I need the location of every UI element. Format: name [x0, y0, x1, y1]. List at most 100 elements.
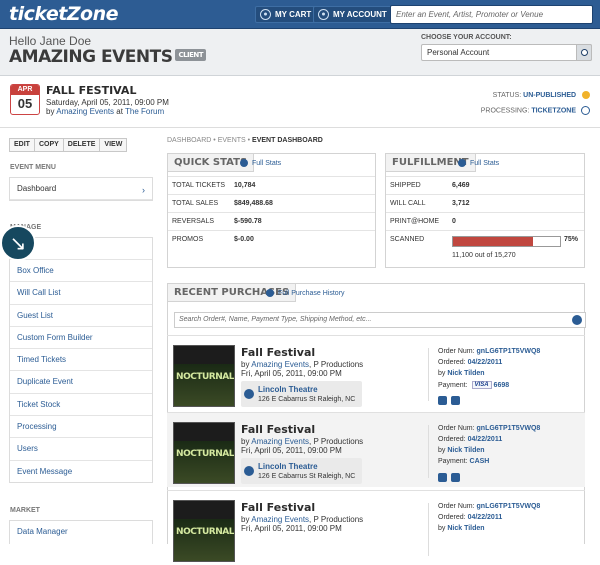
venue-box[interactable]: Lincoln Theatre 126 E Cabarrus St Raleigh…	[241, 458, 362, 484]
payment-label: Payment:	[438, 458, 468, 465]
quick-stats-full-link[interactable]: Full Stats	[240, 159, 281, 167]
sidebar-item-timed-tickets[interactable]: Timed Tickets	[10, 349, 152, 372]
purchase-row[interactable]: NOCTURNAL Fall Festival by Amazing Events,…	[167, 412, 585, 487]
processing-label: PROCESSING:	[480, 107, 530, 115]
sidebar-item-processing[interactable]: Processing	[10, 416, 152, 439]
sidebar-item-event-message[interactable]: Event Message	[10, 461, 152, 483]
promoter-link[interactable]: Amazing Events	[251, 437, 309, 446]
buyer-name[interactable]: Nick Tilden	[447, 447, 484, 454]
order-number: Order Num: gnLG6TP1T5VWQ8	[438, 503, 540, 510]
event-thumbnail[interactable]: NOCTURNAL	[173, 345, 235, 407]
sidebar-item-custom-form-builder[interactable]: Custom Form Builder	[10, 327, 152, 350]
ordered-value: 04/22/2011	[467, 514, 503, 521]
event-menu: Dashboard ›	[9, 177, 153, 201]
promoter-link[interactable]: Amazing Events	[56, 107, 114, 116]
status-label: STATUS:	[492, 91, 522, 99]
email-icon[interactable]	[438, 473, 447, 482]
delete-button[interactable]: DELETE	[62, 138, 101, 152]
sidebar-item-label: Timed Tickets	[17, 355, 67, 365]
venue-link[interactable]: The Forum	[125, 107, 164, 116]
purchase-search-input[interactable]: Search Order#, Name, Payment Type, Shipp…	[174, 312, 586, 328]
order-value[interactable]: gnLG6TP1T5VWQ8	[477, 503, 541, 510]
thumbnail-art	[174, 364, 234, 406]
purchase-event-title[interactable]: Fall Festival	[241, 501, 315, 514]
order-label: Order Num:	[438, 348, 475, 355]
market-menu: Data Manager	[9, 520, 153, 544]
breadcrumb-events[interactable]: EVENTS	[218, 137, 246, 144]
event-byline: by Amazing Events at The Forum	[46, 107, 164, 116]
purchase-event-date: Fri, April 05, 2011, 09:00 PM	[241, 369, 342, 378]
order-number: Order Num: gnLG6TP1T5VWQ8	[438, 348, 540, 355]
purchase-row[interactable]: NOCTURNAL Fall Festival by Amazing Events,…	[167, 335, 585, 410]
venue-name: Lincoln Theatre	[258, 462, 318, 471]
sidebar-item-will-call-list[interactable]: Will Call List	[10, 282, 152, 305]
sidebar-item-ticket-stock[interactable]: Ticket Stock	[10, 394, 152, 417]
ordered-date: Ordered: 04/22/2011	[438, 359, 502, 366]
fulfillment-label: SHIPPED	[390, 182, 421, 189]
sidebar-item-label: Guest List	[17, 310, 54, 320]
purchase-byline: by Amazing Events, P Productions	[241, 360, 363, 369]
edit-button[interactable]: EDIT	[9, 138, 35, 152]
arrow-down-right-icon[interactable]: ↘	[0, 225, 36, 261]
sidebar-item-duplicate-event[interactable]: Duplicate Event	[10, 371, 152, 394]
full-purchase-history-link[interactable]: Full Purchase History	[266, 289, 345, 297]
fulfillment-row: PRINT@HOME 0	[386, 212, 584, 230]
purchase-event-title[interactable]: Fall Festival	[241, 423, 315, 436]
logo[interactable]: ticketZone	[9, 3, 119, 25]
market-caption: MARKET	[10, 507, 40, 514]
view-button[interactable]: VIEW	[99, 138, 128, 152]
global-search-input[interactable]: Enter an Event, Artist, Promoter or Venu…	[390, 5, 593, 24]
order-value[interactable]: gnLG6TP1T5VWQ8	[477, 425, 541, 432]
top-navigation-bar: ticketZone ● MY CART ● MY ACCOUNT Enter …	[0, 0, 600, 29]
payment-value: 6698	[493, 381, 510, 389]
copy-button[interactable]: COPY	[33, 138, 64, 152]
scanned-row: SCANNED 75% 11,100 out of 15,270	[386, 230, 584, 267]
stat-label: REVERSALS	[172, 218, 215, 225]
divider	[428, 348, 429, 401]
event-thumbnail[interactable]: NOCTURNAL	[173, 500, 235, 562]
thumbnail-text: NOCTURNAL	[176, 527, 234, 537]
event-thumbnail[interactable]: NOCTURNAL	[173, 422, 235, 484]
venue-box[interactable]: Lincoln Theatre 126 E Cabarrus St Raleigh…	[241, 381, 362, 407]
stat-value: $-0.00	[234, 236, 254, 243]
email-icon[interactable]	[438, 396, 447, 405]
event-day: 05	[17, 96, 33, 111]
fulfillment-panel: FULFILLMENT Full Stats SHIPPED 6,469 WILL…	[385, 153, 585, 268]
venue-address: 126 E Cabarrus St Raleigh, NC	[258, 473, 356, 480]
scanned-progress-fill	[453, 237, 534, 246]
dropdown-icon[interactable]	[576, 44, 592, 61]
promoter-link[interactable]: Amazing Events	[251, 515, 309, 524]
account-select[interactable]: Personal Account	[421, 44, 592, 61]
manage-menu: Box Office Will Call List Guest List Cus…	[9, 237, 153, 483]
breadcrumb-dashboard[interactable]: DASHBOARD	[167, 137, 211, 144]
search-icon[interactable]	[572, 315, 582, 325]
event-menu-caption: EVENT MENU	[10, 164, 56, 171]
buyer-name[interactable]: Nick Tilden	[447, 370, 484, 377]
sidebar-item-users[interactable]: Users	[10, 438, 152, 461]
purchase-event-title[interactable]: Fall Festival	[241, 346, 315, 359]
processing-value[interactable]: TICKETZONE	[531, 107, 576, 114]
stat-value: 10,784	[234, 182, 256, 189]
my-cart-button[interactable]: ● MY CART	[255, 6, 319, 23]
order-value[interactable]: gnLG6TP1T5VWQ8	[477, 348, 541, 355]
account-select-value: Personal Account	[427, 48, 490, 57]
buyer-name[interactable]: Nick Tilden	[447, 525, 484, 532]
sidebar-item-box-office[interactable]: Box Office	[10, 260, 152, 283]
shipping-icon[interactable]	[451, 473, 460, 482]
stat-label: TOTAL TICKETS	[172, 182, 226, 189]
promoter-link[interactable]: Amazing Events	[251, 360, 309, 369]
sidebar-item-guest-list[interactable]: Guest List	[10, 305, 152, 327]
purchase-byline: by Amazing Events, P Productions	[241, 437, 363, 446]
purchase-row[interactable]: NOCTURNAL Fall Festival by Amazing Events,…	[167, 490, 585, 565]
sidebar-item-dashboard[interactable]: Dashboard	[10, 178, 152, 201]
shipping-icon[interactable]	[451, 396, 460, 405]
purchase-event-date: Fri, April 05, 2011, 09:00 PM	[241, 524, 342, 533]
event-processing: PROCESSING: TICKETZONE	[481, 106, 590, 115]
sidebar-item-data-manager[interactable]: Data Manager	[10, 521, 152, 543]
purchase-byline: by Amazing Events, P Productions	[241, 515, 363, 524]
visa-card-icon: VISA	[471, 381, 492, 389]
by-text: by	[241, 515, 250, 524]
fulfillment-full-link[interactable]: Full Stats	[458, 159, 499, 167]
my-account-button[interactable]: ● MY ACCOUNT	[313, 6, 394, 23]
processing-icon	[581, 106, 590, 115]
